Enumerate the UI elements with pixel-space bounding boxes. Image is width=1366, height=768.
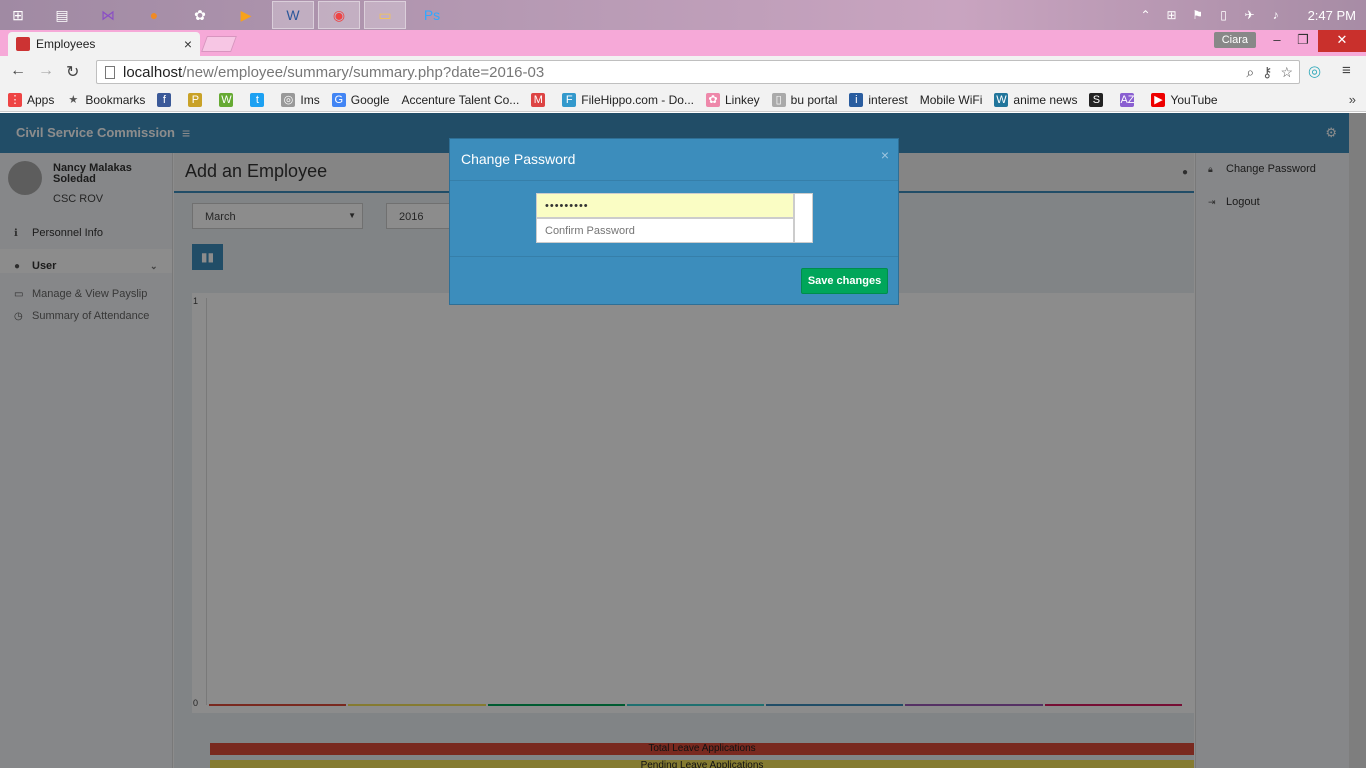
bookmark-az[interactable]: AZ (1120, 92, 1139, 107)
reload-icon[interactable]: ↻ (66, 62, 79, 82)
restore-icon[interactable]: ❐ (1288, 30, 1318, 52)
page-icon: ▯ (771, 92, 786, 107)
notepad-icon[interactable]: ▤ (50, 3, 74, 27)
new-tab-button[interactable] (201, 36, 237, 52)
close-icon[interactable]: × (881, 147, 889, 163)
pma-icon: P (188, 92, 203, 107)
windows-start-icon[interactable]: ⊞ (6, 3, 30, 27)
back-icon[interactable]: ← (10, 62, 26, 80)
password-addon (794, 193, 813, 243)
bookmark-anime-news[interactable]: Wanime news (994, 92, 1077, 107)
airplane-icon[interactable]: ✈ (1242, 8, 1258, 22)
zoom-icon[interactable]: ⌕ (1246, 64, 1254, 81)
bookmark-youtube[interactable]: ▶ YouTube (1151, 92, 1218, 107)
bookmark-bu-portal[interactable]: ▯ bu portal (771, 92, 837, 107)
linkey-icon: ✿ (705, 92, 720, 107)
bookmark-ims[interactable]: ◎ Ims (281, 92, 320, 107)
photoshop-icon[interactable]: Ps (420, 3, 444, 27)
bookmark-pma[interactable]: P (188, 92, 207, 107)
file-explorer-icon[interactable]: ▭ (364, 1, 406, 29)
bookmark-twitter[interactable]: t (250, 92, 269, 107)
google-icon: G (331, 92, 346, 107)
change-password-modal: Change Password × ••••••••• Save changes (449, 138, 899, 305)
key-icon[interactable]: ⚷ (1262, 64, 1272, 81)
star-icon: ★ (68, 93, 79, 106)
apps-grid-icon: ⋮ (8, 92, 22, 107)
page-icon (105, 65, 115, 79)
firefox-icon[interactable]: ● (142, 3, 166, 27)
tab-title: Employees (36, 37, 96, 51)
clock[interactable]: 2:47 PM (1308, 8, 1356, 23)
windows-taskbar: ⊞ ▤ ⋈ ● ✿ ▶ W ◉ ▭ Ps ⌃ ⊞ ⚑ ▯ ✈ ♪ 2:47 PM (0, 0, 1366, 30)
bookmark-mobile-wifi[interactable]: Mobile WiFi (920, 93, 983, 107)
more-bookmarks-icon[interactable]: » (1349, 92, 1356, 107)
close-tab-icon[interactable]: × (184, 36, 192, 52)
twitter-icon: t (250, 92, 265, 107)
word-icon[interactable]: W (272, 1, 314, 29)
squarespace-icon: S (1089, 92, 1104, 107)
bookmark-squarespace[interactable]: S (1089, 92, 1108, 107)
volume-icon[interactable]: ♪ (1268, 8, 1284, 22)
gmail-icon: M (531, 92, 546, 107)
browser-tab[interactable]: Employees × (8, 32, 200, 56)
ims-icon: ◎ (281, 92, 296, 107)
bookmark-mw[interactable]: W (219, 92, 238, 107)
menu-icon[interactable]: ≡ (1342, 62, 1351, 79)
favicon-icon (16, 37, 30, 51)
bookmark-facebook[interactable]: f (157, 92, 176, 107)
profile-button[interactable]: Ciara (1213, 32, 1256, 48)
wordpress-icon: W (994, 92, 1009, 107)
youtube-icon: ▶ (1151, 92, 1166, 107)
url-path: /new/employee/summary/summary.php?date=2… (182, 63, 545, 81)
notification-icon[interactable]: ⚑ (1190, 8, 1206, 22)
filehippo-icon: F (562, 92, 577, 107)
battery-icon[interactable]: ▯ (1216, 8, 1232, 22)
extension-icon[interactable]: ◎ (1308, 62, 1321, 80)
az-icon: AZ (1120, 92, 1135, 107)
bookmark-filehippo[interactable]: F FileHippo.com - Do... (562, 92, 694, 107)
chrome-icon[interactable]: ◉ (318, 1, 360, 29)
bookmark-star-icon[interactable]: ☆ (1280, 64, 1293, 81)
bookmark-accenture[interactable]: Accenture Talent Co... (401, 93, 519, 107)
omnibox-icons: ⌕ ⚷ ☆ (1246, 64, 1293, 81)
bookmark-bookmarks[interactable]: ★ Bookmarks (66, 93, 145, 107)
password-field[interactable]: ••••••••• (536, 193, 794, 218)
modal-body: ••••••••• (450, 181, 898, 257)
chevron-up-icon[interactable]: ⌃ (1138, 8, 1154, 22)
bookmark-interest[interactable]: i interest (849, 92, 908, 107)
paint-icon[interactable]: ✿ (188, 3, 212, 27)
confirm-password-field[interactable] (536, 218, 794, 243)
media-player-icon[interactable]: ▶ (234, 3, 258, 27)
address-bar[interactable]: localhost/new/employee/summary/summary.p… (96, 60, 1300, 84)
modal-title: Change Password (461, 151, 576, 167)
windows-flag-icon[interactable]: ⊞ (1164, 8, 1180, 22)
browser-toolbar: ← → ↻ localhost/new/employee/summary/sum… (0, 56, 1366, 88)
browser-tab-strip: Employees × Ciara – ❐ ✕ (0, 30, 1366, 56)
system-tray: ⌃ ⊞ ⚑ ▯ ✈ ♪ 2:47 PM (1138, 0, 1356, 30)
facebook-icon: f (157, 92, 172, 107)
bookmark-linkey[interactable]: ✿ Linkey (705, 92, 760, 107)
url-host: localhost (123, 63, 183, 81)
window-close-icon[interactable]: ✕ (1318, 30, 1366, 52)
save-changes-button[interactable]: Save changes (801, 268, 888, 294)
bookmark-apps[interactable]: ⋮ Apps (8, 92, 54, 107)
bookmarks-bar: ⋮ Apps ★ Bookmarks f P W t ◎ Ims G Google Ac… (0, 88, 1366, 112)
interest-icon: i (849, 92, 864, 107)
mw-icon: W (219, 92, 234, 107)
bookmark-gmail[interactable]: M (531, 92, 550, 107)
bookmark-google[interactable]: G Google (331, 92, 389, 107)
visual-studio-icon[interactable]: ⋈ (96, 3, 120, 27)
modal-header: Change Password × (450, 139, 898, 181)
forward-icon[interactable]: → (38, 62, 54, 80)
